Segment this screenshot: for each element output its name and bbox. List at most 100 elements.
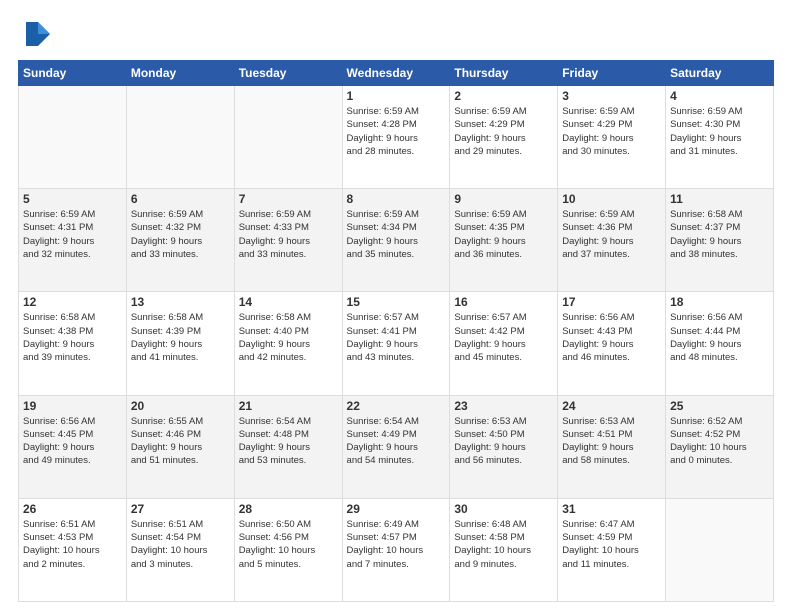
calendar-day-20: 20 Sunrise: 6:55 AM Sunset: 4:46 PM Dayli… (126, 395, 234, 498)
day-info: Sunrise: 6:56 AM Sunset: 4:44 PM Dayligh… (670, 311, 769, 364)
calendar-week-row: 12 Sunrise: 6:58 AM Sunset: 4:38 PM Dayli… (19, 292, 774, 395)
day-info: Sunrise: 6:58 AM Sunset: 4:38 PM Dayligh… (23, 311, 122, 364)
calendar-day-23: 23Sunrise: 6:53 AM Sunset: 4:50 PM Dayli… (450, 395, 558, 498)
day-number: 27 (131, 502, 230, 516)
day-info: Sunrise: 6:58 AM Sunset: 4:40 PM Dayligh… (239, 311, 338, 364)
day-number: 15 (347, 295, 446, 309)
day-info: Sunrise: 6:54 AM Sunset: 4:48 PM Dayligh… (239, 415, 338, 468)
day-info: Sunrise: 6:53 AM Sunset: 4:50 PM Dayligh… (454, 415, 553, 468)
day-info: Sunrise: 6:59 AM Sunset: 4:28 PM Dayligh… (347, 105, 446, 158)
weekday-header-row: SundayMondayTuesdayWednesdayThursdayFrid… (19, 61, 774, 86)
calendar-day-22: 22 Sunrise: 6:54 AM Sunset: 4:49 PM Dayli… (342, 395, 450, 498)
day-info: Sunrise: 6:59 AM Sunset: 4:36 PM Dayligh… (562, 208, 661, 261)
calendar-day-28: 28 Sunrise: 6:50 AM Sunset: 4:56 PM Dayli… (234, 498, 342, 601)
calendar-day-8: 8 Sunrise: 6:59 AM Sunset: 4:34 PM Daylig… (342, 189, 450, 292)
day-info: Sunrise: 6:50 AM Sunset: 4:56 PM Dayligh… (239, 518, 338, 571)
calendar-day-16: 16 Sunrise: 6:57 AM Sunset: 4:42 PM Dayli… (450, 292, 558, 395)
day-number: 21 (239, 399, 338, 413)
day-info: Sunrise: 6:56 AM Sunset: 4:43 PM Dayligh… (562, 311, 661, 364)
day-info: Sunrise: 6:51 AM Sunset: 4:54 PM Dayligh… (131, 518, 230, 571)
calendar-day-15: 15Sunrise: 6:57 AM Sunset: 4:41 PM Dayli… (342, 292, 450, 395)
day-info: Sunrise: 6:59 AM Sunset: 4:29 PM Dayligh… (454, 105, 553, 158)
day-info: Sunrise: 6:56 AM Sunset: 4:45 PM Dayligh… (23, 415, 122, 468)
weekday-header-friday: Friday (558, 61, 666, 86)
day-info: Sunrise: 6:54 AM Sunset: 4:49 PM Dayligh… (347, 415, 446, 468)
day-number: 1 (347, 89, 446, 103)
day-number: 16 (454, 295, 553, 309)
day-number: 20 (131, 399, 230, 413)
day-info: Sunrise: 6:52 AM Sunset: 4:52 PM Dayligh… (670, 415, 769, 468)
calendar-day-empty (19, 86, 127, 189)
calendar-day-4: 4 Sunrise: 6:59 AM Sunset: 4:30 PM Daylig… (666, 86, 774, 189)
day-number: 25 (670, 399, 769, 413)
calendar-table: SundayMondayTuesdayWednesdayThursdayFrid… (18, 60, 774, 602)
day-number: 6 (131, 192, 230, 206)
day-info: Sunrise: 6:59 AM Sunset: 4:32 PM Dayligh… (131, 208, 230, 261)
weekday-header-sunday: Sunday (19, 61, 127, 86)
calendar-page: SundayMondayTuesdayWednesdayThursdayFrid… (0, 0, 792, 612)
weekday-header-saturday: Saturday (666, 61, 774, 86)
day-number: 3 (562, 89, 661, 103)
weekday-header-tuesday: Tuesday (234, 61, 342, 86)
calendar-day-13: 13 Sunrise: 6:58 AM Sunset: 4:39 PM Dayli… (126, 292, 234, 395)
day-number: 8 (347, 192, 446, 206)
day-number: 17 (562, 295, 661, 309)
calendar-day-9: 9Sunrise: 6:59 AM Sunset: 4:35 PM Daylig… (450, 189, 558, 292)
calendar-day-2: 2 Sunrise: 6:59 AM Sunset: 4:29 PM Daylig… (450, 86, 558, 189)
day-info: Sunrise: 6:59 AM Sunset: 4:33 PM Dayligh… (239, 208, 338, 261)
day-number: 19 (23, 399, 122, 413)
day-number: 26 (23, 502, 122, 516)
calendar-day-12: 12 Sunrise: 6:58 AM Sunset: 4:38 PM Dayli… (19, 292, 127, 395)
day-number: 30 (454, 502, 553, 516)
day-info: Sunrise: 6:55 AM Sunset: 4:46 PM Dayligh… (131, 415, 230, 468)
day-number: 24 (562, 399, 661, 413)
calendar-day-11: 11Sunrise: 6:58 AM Sunset: 4:37 PM Dayli… (666, 189, 774, 292)
calendar-week-row: 1 Sunrise: 6:59 AM Sunset: 4:28 PM Daylig… (19, 86, 774, 189)
day-info: Sunrise: 6:47 AM Sunset: 4:59 PM Dayligh… (562, 518, 661, 571)
calendar-day-19: 19 Sunrise: 6:56 AM Sunset: 4:45 PM Dayli… (19, 395, 127, 498)
calendar-week-row: 5 Sunrise: 6:59 AM Sunset: 4:31 PM Daylig… (19, 189, 774, 292)
day-info: Sunrise: 6:58 AM Sunset: 4:39 PM Dayligh… (131, 311, 230, 364)
logo (18, 18, 54, 50)
calendar-day-6: 6 Sunrise: 6:59 AM Sunset: 4:32 PM Daylig… (126, 189, 234, 292)
day-number: 13 (131, 295, 230, 309)
day-info: Sunrise: 6:49 AM Sunset: 4:57 PM Dayligh… (347, 518, 446, 571)
logo-icon (18, 18, 50, 50)
day-info: Sunrise: 6:59 AM Sunset: 4:29 PM Dayligh… (562, 105, 661, 158)
calendar-day-21: 21 Sunrise: 6:54 AM Sunset: 4:48 PM Dayli… (234, 395, 342, 498)
day-number: 2 (454, 89, 553, 103)
calendar-week-row: 19 Sunrise: 6:56 AM Sunset: 4:45 PM Dayli… (19, 395, 774, 498)
day-number: 28 (239, 502, 338, 516)
weekday-header-monday: Monday (126, 61, 234, 86)
calendar-day-5: 5 Sunrise: 6:59 AM Sunset: 4:31 PM Daylig… (19, 189, 127, 292)
weekday-header-thursday: Thursday (450, 61, 558, 86)
day-number: 7 (239, 192, 338, 206)
calendar-week-row: 26Sunrise: 6:51 AM Sunset: 4:53 PM Dayli… (19, 498, 774, 601)
day-info: Sunrise: 6:57 AM Sunset: 4:42 PM Dayligh… (454, 311, 553, 364)
calendar-day-empty (234, 86, 342, 189)
day-number: 9 (454, 192, 553, 206)
weekday-header-wednesday: Wednesday (342, 61, 450, 86)
calendar-day-3: 3 Sunrise: 6:59 AM Sunset: 4:29 PM Daylig… (558, 86, 666, 189)
calendar-day-empty (666, 498, 774, 601)
day-info: Sunrise: 6:59 AM Sunset: 4:34 PM Dayligh… (347, 208, 446, 261)
day-info: Sunrise: 6:53 AM Sunset: 4:51 PM Dayligh… (562, 415, 661, 468)
day-number: 22 (347, 399, 446, 413)
calendar-day-30: 30Sunrise: 6:48 AM Sunset: 4:58 PM Dayli… (450, 498, 558, 601)
day-info: Sunrise: 6:59 AM Sunset: 4:31 PM Dayligh… (23, 208, 122, 261)
day-number: 4 (670, 89, 769, 103)
calendar-day-31: 31 Sunrise: 6:47 AM Sunset: 4:59 PM Dayli… (558, 498, 666, 601)
day-info: Sunrise: 6:58 AM Sunset: 4:37 PM Dayligh… (670, 208, 769, 261)
day-number: 5 (23, 192, 122, 206)
calendar-day-14: 14Sunrise: 6:58 AM Sunset: 4:40 PM Dayli… (234, 292, 342, 395)
calendar-day-24: 24 Sunrise: 6:53 AM Sunset: 4:51 PM Dayli… (558, 395, 666, 498)
calendar-day-7: 7 Sunrise: 6:59 AM Sunset: 4:33 PM Daylig… (234, 189, 342, 292)
day-number: 18 (670, 295, 769, 309)
calendar-day-26: 26Sunrise: 6:51 AM Sunset: 4:53 PM Dayli… (19, 498, 127, 601)
calendar-day-1: 1 Sunrise: 6:59 AM Sunset: 4:28 PM Daylig… (342, 86, 450, 189)
day-number: 12 (23, 295, 122, 309)
calendar-day-29: 29Sunrise: 6:49 AM Sunset: 4:57 PM Dayli… (342, 498, 450, 601)
calendar-day-10: 10Sunrise: 6:59 AM Sunset: 4:36 PM Dayli… (558, 189, 666, 292)
day-number: 31 (562, 502, 661, 516)
day-info: Sunrise: 6:59 AM Sunset: 4:30 PM Dayligh… (670, 105, 769, 158)
